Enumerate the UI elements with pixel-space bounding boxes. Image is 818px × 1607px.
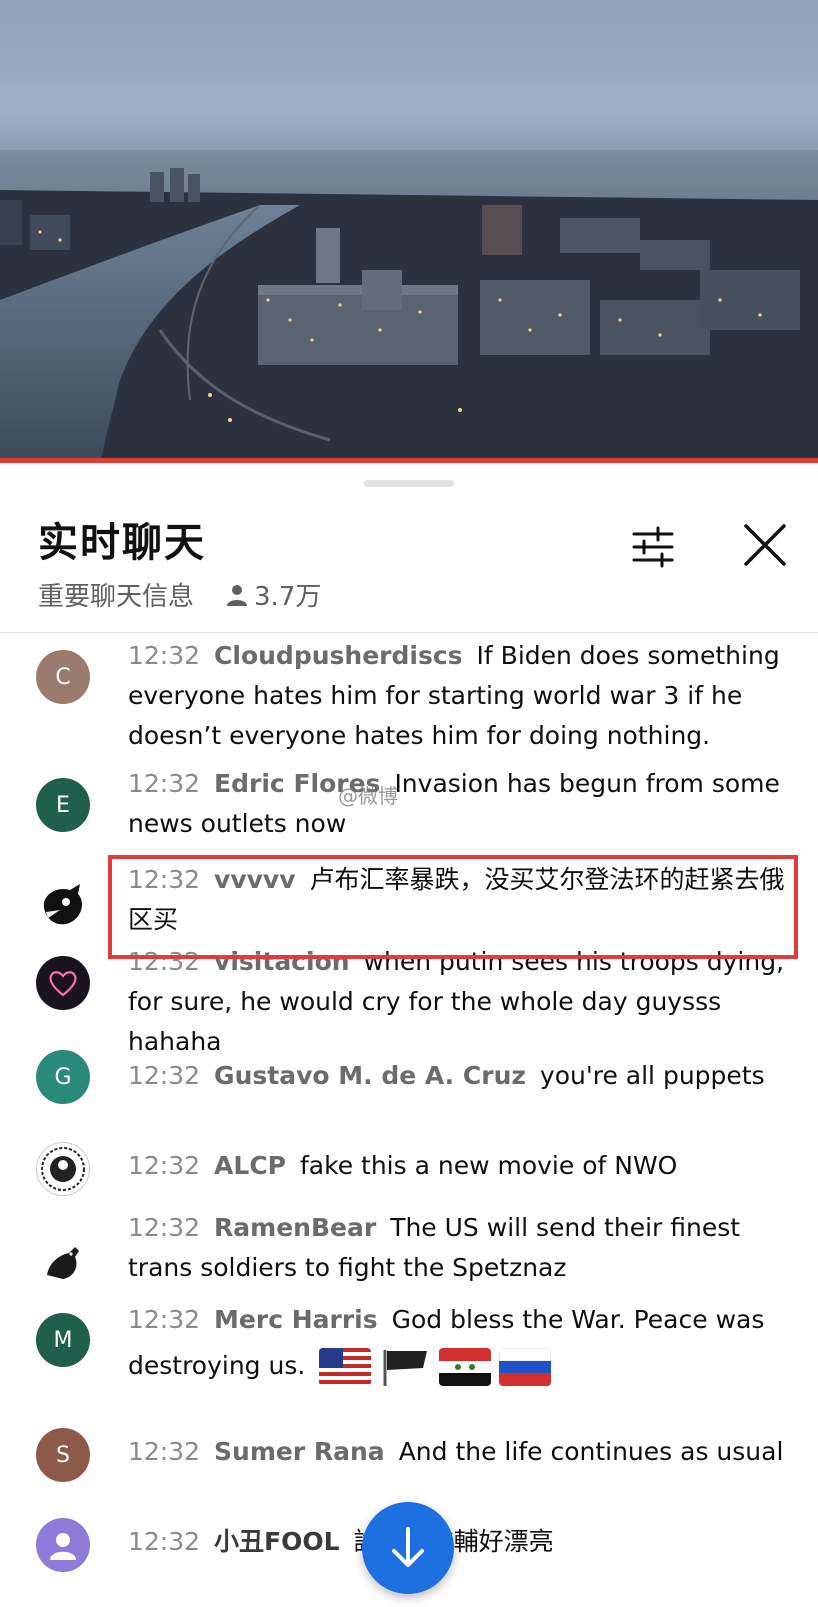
message-time: 12:32 (128, 1527, 201, 1556)
chat-mode-label: 重要聊天信息 (38, 582, 195, 612)
avatar[interactable] (36, 956, 90, 1010)
black-flag-icon (383, 1350, 428, 1386)
person-icon (227, 584, 248, 606)
heart-icon (49, 971, 77, 997)
avatar[interactable]: C (36, 650, 90, 704)
message-text: 12:32 Gustavo M. de A. Cruz you're all pup… (128, 1056, 794, 1096)
drag-handle[interactable] (364, 480, 454, 487)
weibo-watermark: @微博 (338, 784, 398, 808)
bear-avatar-icon (47, 1247, 79, 1279)
default-user-icon (50, 1533, 76, 1560)
message-text: 12:32 visitacion when putin sees his troop… (128, 942, 794, 1062)
message-text: 12:32 ALCP fake this a new movie of NWO (128, 1146, 794, 1186)
message-time: 12:32 (128, 1061, 201, 1090)
message-author: visitacion (214, 947, 350, 976)
avatar[interactable]: G (36, 1050, 90, 1104)
message-author: ALCP (214, 1151, 286, 1180)
message-author: RamenBear (214, 1213, 377, 1242)
message-author: Gustavo M. de A. Cruz (214, 1061, 526, 1090)
message-time: 12:32 (128, 1305, 201, 1334)
filter-sliders-icon[interactable] (628, 522, 678, 572)
message-time: 12:32 (128, 1151, 201, 1180)
city-aerial-image (0, 150, 818, 462)
message-time: 12:32 (128, 865, 201, 894)
video-player[interactable] (0, 0, 818, 462)
avatar[interactable] (36, 1518, 90, 1572)
bird-avatar-icon (43, 884, 82, 925)
message-text: 12:32 Merc Harris God bless the War. Peace… (128, 1297, 794, 1389)
avatar[interactable]: S (36, 1428, 90, 1482)
message-text: 12:32 Sumer Rana And the life continues as… (128, 1432, 794, 1472)
message-text: 12:32小丑FOOL說真的这輔好漂亮 (128, 1522, 794, 1562)
message-body: And the life continues as usual (398, 1437, 784, 1466)
russia-flag-icon (499, 1348, 552, 1386)
arrow-down-icon (392, 1527, 424, 1567)
avatar[interactable] (36, 878, 90, 932)
viewer-count-value: 3.7万 (254, 582, 322, 612)
message-author: vvvvv (214, 865, 296, 894)
message-text: 12:32 RamenBear The US will send their fin… (128, 1208, 794, 1288)
message-time: 12:32 (128, 641, 201, 670)
message-author: Sumer Rana (214, 1437, 385, 1466)
avatar[interactable]: M (36, 1313, 90, 1367)
message-author: 小丑FOOL (214, 1527, 340, 1556)
video-progress-bar[interactable] (0, 458, 818, 463)
avatar[interactable] (36, 1142, 90, 1196)
syria-flag-icon (439, 1348, 492, 1386)
viewer-count: 3.7万 (226, 576, 321, 613)
message-author: Merc Harris (214, 1305, 378, 1334)
message-text: 12:32 Cloudpusherdiscs If Biden does somet… (128, 636, 794, 756)
message-text: 12:32 vvvvv 卢布汇率暴跌，没买艾尔登法环的赶紧去俄区买 (128, 860, 794, 940)
avatar[interactable] (36, 1234, 90, 1288)
message-time: 12:32 (128, 1213, 201, 1242)
message-body: fake this a new movie of NWO (300, 1151, 678, 1180)
header-divider (0, 632, 818, 633)
emblem-avatar-icon (41, 1147, 85, 1191)
message-time: 12:32 (128, 769, 201, 798)
close-icon[interactable] (738, 518, 792, 572)
chat-title: 实时聊天 (38, 520, 206, 566)
message-body: you're all puppets (539, 1061, 765, 1090)
flag-emoji-group (319, 1348, 552, 1386)
avatar[interactable]: E (36, 778, 90, 832)
chat-mode-selector[interactable]: 重要聊天信息 3.7万 (38, 576, 321, 613)
us-flag-icon (319, 1348, 372, 1386)
message-author: Cloudpusherdiscs (214, 641, 463, 670)
scroll-to-latest-button[interactable] (362, 1502, 454, 1594)
message-time: 12:32 (128, 1437, 201, 1466)
message-time: 12:32 (128, 947, 201, 976)
message-text: 12:32 Edric Flores Invasion has begun from… (128, 764, 794, 844)
